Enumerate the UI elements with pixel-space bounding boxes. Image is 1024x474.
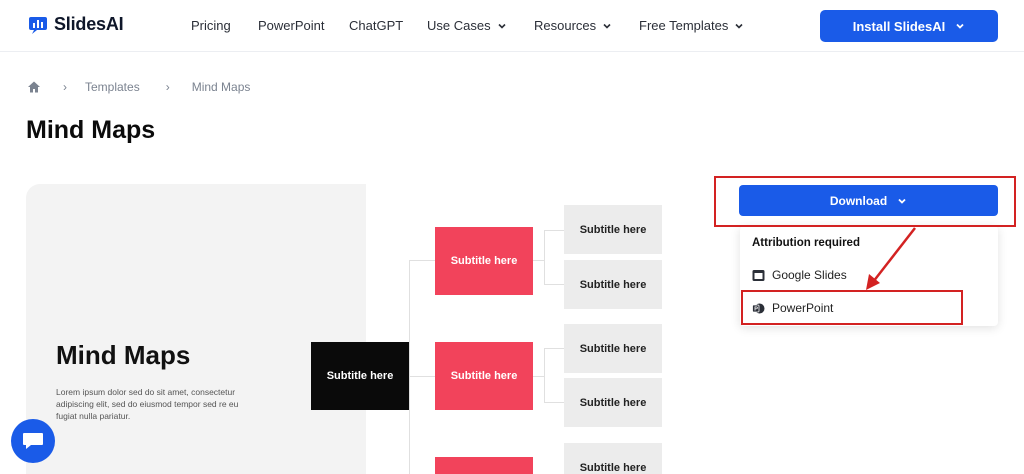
option-label: Google Slides [772, 268, 847, 282]
chevron-down-icon [498, 23, 506, 29]
nav-use-cases[interactable]: Use Cases [427, 18, 507, 33]
install-label: Install SlidesAI [852, 18, 946, 34]
annotation-arrow-icon [866, 227, 916, 290]
nav-pricing[interactable]: Pricing [191, 18, 231, 33]
nav-label: PowerPoint [258, 18, 325, 33]
connector-line [533, 260, 545, 261]
nav-label: Use Cases [427, 18, 491, 33]
nav-label: Free Templates [639, 18, 729, 33]
slide-body: Lorem ipsum dolor sed do sit amet, conse… [56, 387, 239, 421]
chat-button[interactable] [11, 419, 55, 463]
nav-chatgpt[interactable]: ChatGPT [349, 18, 403, 33]
nav-label: Resources [534, 18, 597, 33]
leaf-node: Subtitle here [564, 378, 662, 427]
connector-line [544, 348, 545, 402]
connector-line [544, 230, 564, 231]
connector-line [544, 284, 564, 285]
chevron-down-icon [956, 23, 964, 29]
nav-label: Pricing [191, 18, 231, 33]
chevron-down-icon [735, 23, 743, 29]
connector-line [409, 376, 435, 377]
leaf-node: Subtitle here [564, 205, 662, 254]
breadcrumb-separator: › [165, 80, 170, 94]
breadcrumb-separator: › [63, 80, 67, 94]
breadcrumb: › Templates › Mind Maps [27, 80, 250, 94]
breadcrumb-templates[interactable]: Templates [85, 80, 140, 94]
slide-title: Mind Maps [56, 340, 191, 370]
logo-text: SlidesAI [54, 14, 124, 34]
connector-line [544, 348, 564, 349]
center-node: Subtitle here [311, 342, 409, 410]
chat-bubble-icon [23, 433, 43, 449]
install-slidesai-button[interactable]: Install SlidesAI [820, 10, 998, 42]
page-title: Mind Maps [26, 116, 156, 144]
breadcrumb-current: Mind Maps [191, 80, 251, 94]
leaf-node: Subtitle here [564, 443, 662, 474]
connector-line [544, 230, 545, 284]
nav-powerpoint[interactable]: PowerPoint [258, 18, 324, 33]
slides-icon [752, 269, 765, 281]
top-navbar: SlidesAI Pricing PowerPoint ChatGPT Use … [0, 0, 1024, 52]
attribution-heading: Attribution required [752, 237, 860, 249]
option-google-slides[interactable]: Google Slides [752, 268, 847, 282]
leaf-node: Subtitle here [564, 324, 662, 373]
branch-node [435, 457, 533, 474]
connector-line [544, 402, 564, 403]
connector-line [533, 376, 545, 377]
home-icon[interactable] [27, 80, 41, 94]
template-preview[interactable]: Mind Maps Lorem ipsum dolor sed do sit a… [26, 184, 676, 474]
logo-icon [29, 16, 47, 34]
branch-node: Subtitle here [435, 342, 533, 410]
preview-slide-panel: Mind Maps Lorem ipsum dolor sed do sit a… [26, 184, 366, 474]
connector-line [409, 260, 435, 261]
annotation-highlight-powerpoint [741, 290, 963, 325]
nav-free-templates[interactable]: Free Templates [639, 18, 744, 33]
logo[interactable]: SlidesAI [28, 14, 124, 35]
nav-label: ChatGPT [349, 18, 404, 33]
leaf-node: Subtitle here [564, 260, 662, 309]
connector-line [409, 260, 410, 474]
nav-resources[interactable]: Resources [534, 18, 612, 33]
branch-node: Subtitle here [435, 227, 533, 295]
chevron-down-icon [603, 23, 611, 29]
annotation-highlight-download [714, 176, 1016, 227]
